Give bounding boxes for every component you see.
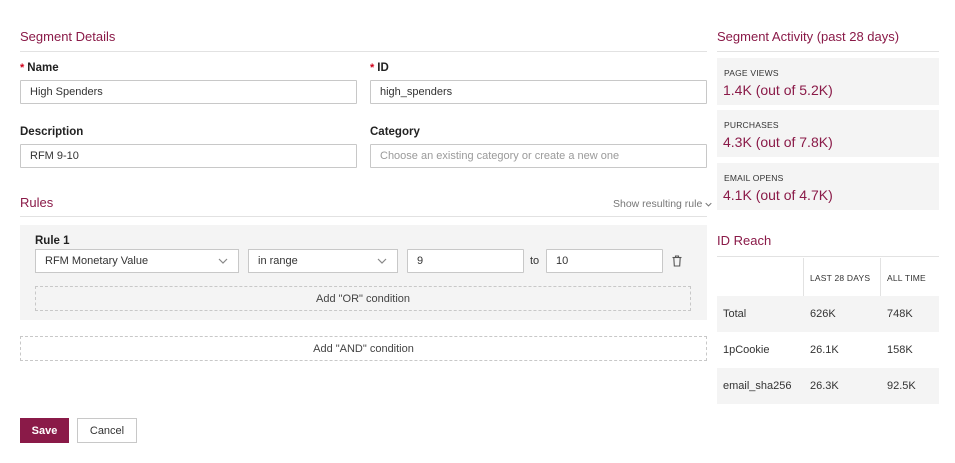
id-reach-title: ID Reach <box>717 233 772 248</box>
operator-select[interactable]: in range <box>248 249 398 273</box>
table-row: Total 626K 748K <box>717 296 939 332</box>
chevron-down-icon <box>218 258 228 264</box>
chevron-down-icon <box>705 202 712 207</box>
divider <box>717 256 939 257</box>
trash-icon[interactable] <box>670 254 684 268</box>
row-name: email_sha256 <box>723 380 792 392</box>
description-input[interactable] <box>20 144 357 168</box>
row-all-time: 158K <box>887 344 913 356</box>
stat-value: 4.1K (out of 4.7K) <box>723 187 833 203</box>
rule-card: Rule 1 RFM Monetary Value in range to Ad… <box>20 225 707 320</box>
range-from-input[interactable] <box>407 249 524 273</box>
column-divider <box>803 258 804 296</box>
stat-card-purchases: PURCHASES 4.3K (out of 7.8K) <box>717 110 939 157</box>
description-label: Description <box>20 126 84 138</box>
table-header: LAST 28 DAYS ALL TIME <box>717 258 939 296</box>
stat-value: 4.3K (out of 7.8K) <box>723 134 833 150</box>
stat-card-email-opens: EMAIL OPENS 4.1K (out of 4.7K) <box>717 163 939 210</box>
table-row: 1pCookie 26.1K 158K <box>717 332 939 368</box>
show-resulting-rule-link[interactable]: Show resulting rule <box>613 198 712 210</box>
rule-title: Rule 1 <box>35 235 70 247</box>
add-and-condition-button[interactable]: Add "AND" condition <box>20 336 707 361</box>
row-last-28-days: 626K <box>810 308 836 320</box>
chevron-down-icon <box>377 258 387 264</box>
category-label: Category <box>370 126 420 138</box>
cancel-button[interactable]: Cancel <box>77 418 137 443</box>
row-all-time: 92.5K <box>887 380 916 392</box>
row-name: 1pCookie <box>723 344 770 356</box>
range-to-input[interactable] <box>546 249 663 273</box>
row-last-28-days: 26.3K <box>810 380 839 392</box>
operator-select-value: in range <box>258 255 298 267</box>
column-header-last-28-days: LAST 28 DAYS <box>810 273 871 283</box>
field-select[interactable]: RFM Monetary Value <box>35 249 239 273</box>
row-all-time: 748K <box>887 308 913 320</box>
stat-label: PURCHASES <box>724 120 779 130</box>
category-input[interactable] <box>370 144 707 168</box>
table-row: email_sha256 26.3K 92.5K <box>717 368 939 404</box>
stat-value: 1.4K (out of 5.2K) <box>723 82 833 98</box>
row-last-28-days: 26.1K <box>810 344 839 356</box>
row-name: Total <box>723 308 747 320</box>
required-mark: * <box>370 62 375 74</box>
stat-card-page-views: PAGE VIEWS 1.4K (out of 5.2K) <box>717 58 939 105</box>
segment-details-title: Segment Details <box>20 29 116 44</box>
divider <box>717 51 939 52</box>
id-reach-table: LAST 28 DAYS ALL TIME Total 626K 748K 1p… <box>717 258 939 404</box>
divider <box>20 51 707 52</box>
field-select-value: RFM Monetary Value <box>45 255 149 267</box>
add-or-condition-button[interactable]: Add "OR" condition <box>35 286 691 311</box>
name-input[interactable] <box>20 80 357 104</box>
required-mark: * <box>20 62 25 74</box>
divider <box>20 216 707 217</box>
stat-label: EMAIL OPENS <box>724 173 784 183</box>
name-label-text: Name <box>27 62 59 74</box>
column-header-all-time: ALL TIME <box>887 273 926 283</box>
to-label: to <box>530 255 540 267</box>
rules-title: Rules <box>20 195 54 210</box>
column-divider <box>880 258 881 296</box>
stat-label: PAGE VIEWS <box>724 68 779 78</box>
segment-activity-title: Segment Activity (past 28 days) <box>717 29 900 44</box>
show-resulting-rule-label: Show resulting rule <box>613 198 703 210</box>
id-label-text: ID <box>377 62 389 74</box>
id-input[interactable] <box>370 80 707 104</box>
name-label: * Name <box>20 62 59 74</box>
id-label: * ID <box>370 62 389 74</box>
save-button[interactable]: Save <box>20 418 69 443</box>
